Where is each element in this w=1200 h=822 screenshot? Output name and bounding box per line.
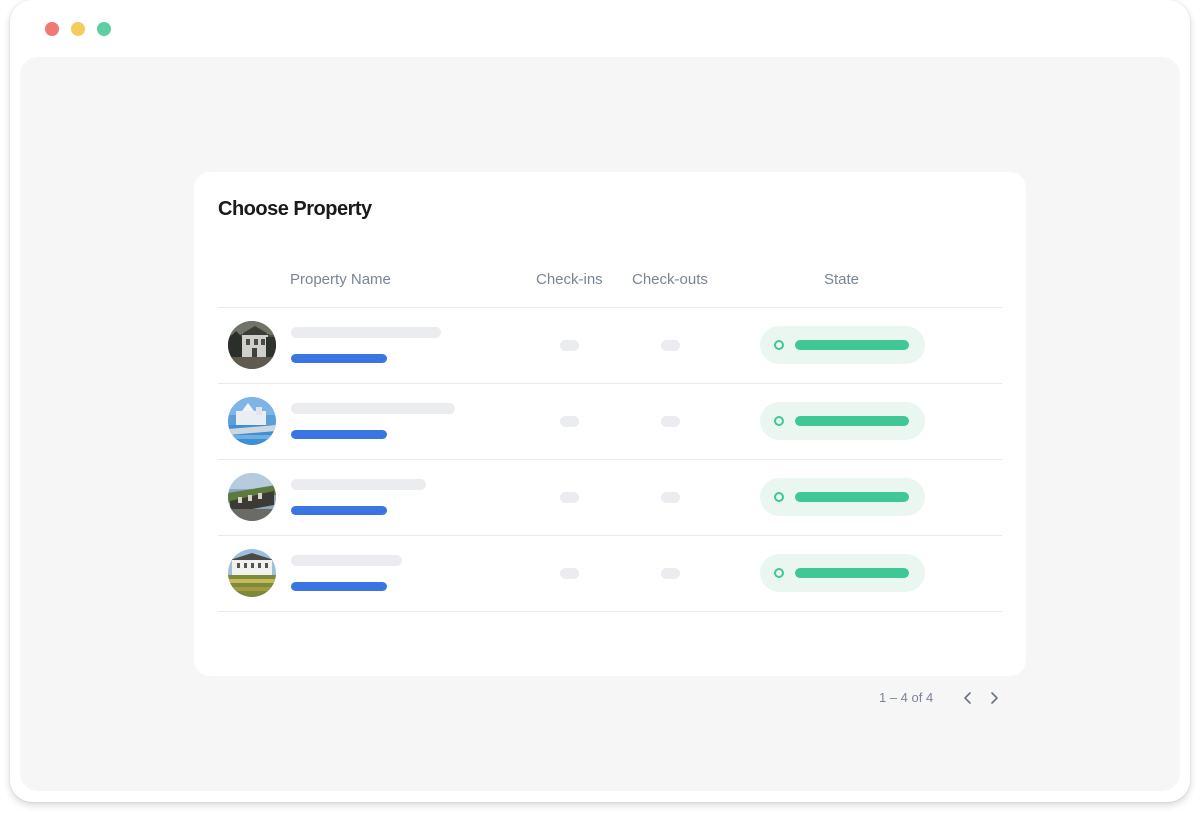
table-row[interactable] xyxy=(218,459,1002,535)
table-row[interactable] xyxy=(218,383,1002,459)
status-dot-icon xyxy=(774,492,784,502)
stone-building-photo-icon xyxy=(228,473,276,521)
state-label-placeholder xyxy=(795,492,909,502)
column-header-state[interactable]: State xyxy=(824,271,859,288)
check-outs-placeholder xyxy=(661,568,680,579)
check-ins-placeholder xyxy=(560,568,579,579)
column-header-property-name[interactable]: Property Name xyxy=(290,271,391,288)
column-header-check-outs[interactable]: Check-outs xyxy=(632,271,708,288)
property-name-placeholder xyxy=(291,555,402,566)
table-row[interactable] xyxy=(218,535,1002,611)
state-badge xyxy=(760,402,925,440)
state-label-placeholder xyxy=(795,340,909,350)
status-dot-icon xyxy=(774,416,784,426)
close-window-button[interactable] xyxy=(45,22,59,36)
house-photo-icon xyxy=(228,321,276,369)
property-link-placeholder[interactable] xyxy=(291,506,387,515)
page-range-text: 1 – 4 of 4 xyxy=(879,690,934,705)
property-link-placeholder[interactable] xyxy=(291,354,387,363)
divider xyxy=(218,611,1002,612)
status-dot-icon xyxy=(774,568,784,578)
state-label-placeholder xyxy=(795,568,909,578)
status-dot-icon xyxy=(774,340,784,350)
maximize-window-button[interactable] xyxy=(97,22,111,36)
state-badge xyxy=(760,478,925,516)
property-name-placeholder xyxy=(291,327,441,338)
manor-garden-photo-icon xyxy=(228,549,276,597)
check-ins-placeholder xyxy=(560,492,579,503)
pool-resort-photo-icon xyxy=(228,397,276,445)
chevron-right-icon[interactable] xyxy=(985,689,1003,707)
state-badge xyxy=(760,326,925,364)
property-name-placeholder xyxy=(291,403,455,414)
state-badge xyxy=(760,554,925,592)
card-title: Choose Property xyxy=(218,198,372,220)
property-name-placeholder xyxy=(291,479,426,490)
chevron-left-icon[interactable] xyxy=(959,689,977,707)
column-header-check-ins[interactable]: Check-ins xyxy=(536,271,603,288)
table-row[interactable] xyxy=(218,307,1002,383)
minimize-window-button[interactable] xyxy=(71,22,85,36)
property-link-placeholder[interactable] xyxy=(291,430,387,439)
check-outs-placeholder xyxy=(661,416,680,427)
choose-property-card: Choose Property Property Name Check-ins … xyxy=(194,172,1026,705)
check-ins-placeholder xyxy=(560,340,579,351)
state-label-placeholder xyxy=(795,416,909,426)
check-ins-placeholder xyxy=(560,416,579,427)
check-outs-placeholder xyxy=(661,340,680,351)
app-canvas: Choose Property Property Name Check-ins … xyxy=(20,57,1180,791)
property-link-placeholder[interactable] xyxy=(291,582,387,591)
check-outs-placeholder xyxy=(661,492,680,503)
app-window: Choose Property Property Name Check-ins … xyxy=(10,0,1190,802)
